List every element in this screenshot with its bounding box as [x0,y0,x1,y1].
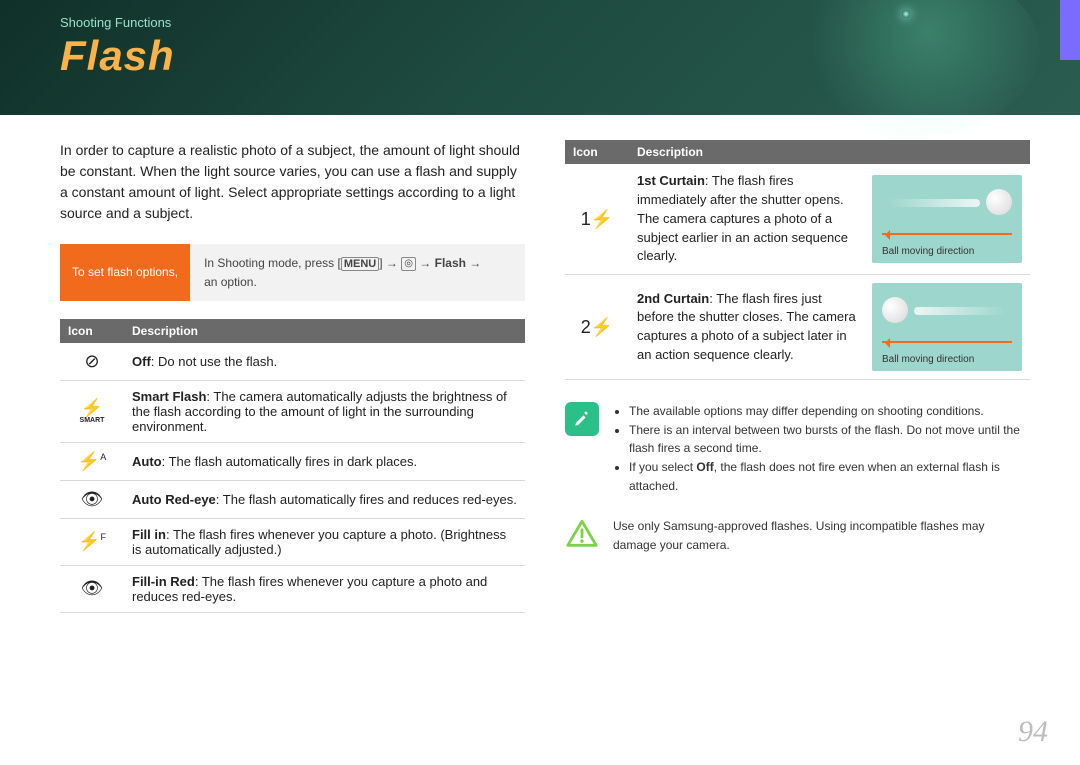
side-tab [1060,0,1080,60]
note-item: If you select Off, the flash does not fi… [629,458,1030,495]
note-item: There is an interval between two bursts … [629,421,1030,458]
note-icon [565,402,599,436]
option-callout: To set flash options, In Shooting mode, … [60,244,525,301]
menu-button-label: MENU [341,257,379,271]
table-row: ⚡A Auto: The flash automatically fires i… [60,442,525,480]
body: In order to capture a realistic photo of… [0,115,1080,613]
warning-icon [565,517,599,551]
fillin-red-icon: 👁 [60,565,124,612]
page-number: 94 [1018,715,1048,749]
smart-label: SMART [68,417,116,424]
row-bold: Auto [132,454,162,469]
row-bold: Smart Flash [132,389,206,404]
header: Shooting Functions Flash [0,0,1080,115]
second-curtain-icon: 2⚡ [565,275,629,380]
thumb-caption: Ball moving direction [882,354,974,365]
thumb-caption: Ball moving direction [882,246,974,257]
note-item: The available options may differ dependi… [629,402,1030,421]
row-text: : The flash automatically fires and redu… [216,492,517,507]
fillin-icon: ⚡F [60,518,124,565]
opt-mid1: ] → [379,256,401,270]
row-bold: 1st Curtain [637,173,705,188]
option-callout-body: In Shooting mode, press [MENU] → ◎ → Fla… [190,244,525,301]
opt-pre: In Shooting mode, press [ [204,256,341,270]
off-word: Off [696,460,713,474]
curtain-cell: 1st Curtain: The flash fires immediately… [637,172,1022,266]
warning-note: Use only Samsung-approved flashes. Using… [565,517,1030,554]
row-desc: Fill-in Red: The flash fires whenever yo… [124,565,525,612]
ball-icon [882,297,908,323]
warning-text: Use only Samsung-approved flashes. Using… [613,517,1030,554]
curtain-text: 1st Curtain: The flash fires immediately… [637,172,862,266]
row-desc: Smart Flash: The camera automatically ad… [124,380,525,442]
off-icon: ⊘ [60,343,124,381]
bolt-icon: ⚡ [81,398,103,418]
row-bold: Fill-in Red [132,574,195,589]
redeye-icon: 👁 [60,480,124,518]
right-column: Icon Description 1⚡ 1st Curtain: The fla… [565,140,1030,613]
header-spark [902,10,910,18]
table-row: 👁 Auto Red-eye: The flash automatically … [60,480,525,518]
table-row: 2⚡ 2nd Curtain: The flash fires just bef… [565,275,1030,380]
curtain-cell: 2nd Curtain: The flash fires just before… [637,283,1022,371]
motion-trail [914,307,1006,315]
flash-options-table: Icon Description ⊘ Off: Do not use the f… [60,319,525,613]
auto-flash-icon: ⚡A [60,442,124,480]
opt-post: an option. [204,275,257,289]
intro-text: In order to capture a realistic photo of… [60,140,525,224]
sup-a: A [100,452,106,462]
pen-icon [573,410,591,428]
th-icon: Icon [60,319,124,343]
first-curtain-thumb: Ball moving direction [872,175,1022,263]
note-text: The available options may differ dependi… [613,402,1030,495]
curtain-text: 2nd Curtain: The flash fires just before… [637,290,862,365]
camera-icon: ◎ [401,257,416,271]
table-row: ⚡F Fill in: The flash fires whenever you… [60,518,525,565]
bolt-icon: ⚡ [78,531,100,551]
th-desc: Description [629,140,1030,164]
row-text: : The flash automatically fires in dark … [162,454,418,469]
row-desc: 1st Curtain: The flash fires immediately… [629,164,1030,275]
table-row: 1⚡ 1st Curtain: The flash fires immediat… [565,164,1030,275]
page-title: Flash [60,32,1020,80]
bolt-icon: ⚡ [78,451,100,471]
second-curtain-thumb: Ball moving direction [872,283,1022,371]
row-text: : Do not use the flash. [151,354,277,369]
table-row: ⊘ Off: Do not use the flash. [60,343,525,381]
row-text: : The flash fires whenever you capture a… [132,527,506,557]
direction-arrow-icon [882,233,1012,235]
ball-icon [986,189,1012,215]
table-row: 👁 Fill-in Red: The flash fires whenever … [60,565,525,612]
row-desc: Fill in: The flash fires whenever you ca… [124,518,525,565]
flash-word: Flash [435,256,466,270]
row-bold: Off [132,354,151,369]
row-bold: Fill in [132,527,166,542]
left-column: In order to capture a realistic photo of… [60,140,525,613]
table-header-row: Icon Description [60,319,525,343]
page: Shooting Functions Flash In order to cap… [0,0,1080,765]
direction-arrow-icon [882,341,1012,343]
first-curtain-icon: 1⚡ [565,164,629,275]
info-note: The available options may differ dependi… [565,402,1030,495]
th-icon: Icon [565,140,629,164]
breadcrumb: Shooting Functions [60,15,1020,30]
row-desc: 2nd Curtain: The flash fires just before… [629,275,1030,380]
table-header-row: Icon Description [565,140,1030,164]
row-desc: Off: Do not use the flash. [124,343,525,381]
opt-mid3: → [466,256,481,270]
row-desc: Auto: The flash automatically fires in d… [124,442,525,480]
motion-trail [888,199,980,207]
th-desc: Description [124,319,525,343]
curtain-table: Icon Description 1⚡ 1st Curtain: The fla… [565,140,1030,380]
note-list: The available options may differ dependi… [613,402,1030,495]
row-desc: Auto Red-eye: The flash automatically fi… [124,480,525,518]
table-row: ⚡SMART Smart Flash: The camera automatic… [60,380,525,442]
warning-icon-box [565,517,599,551]
row-bold: Auto Red-eye [132,492,216,507]
opt-mid2: → [416,256,435,270]
row-bold: 2nd Curtain [637,291,709,306]
smart-flash-icon: ⚡SMART [60,380,124,442]
sup-f: F [100,532,106,542]
option-callout-label: To set flash options, [60,244,190,301]
